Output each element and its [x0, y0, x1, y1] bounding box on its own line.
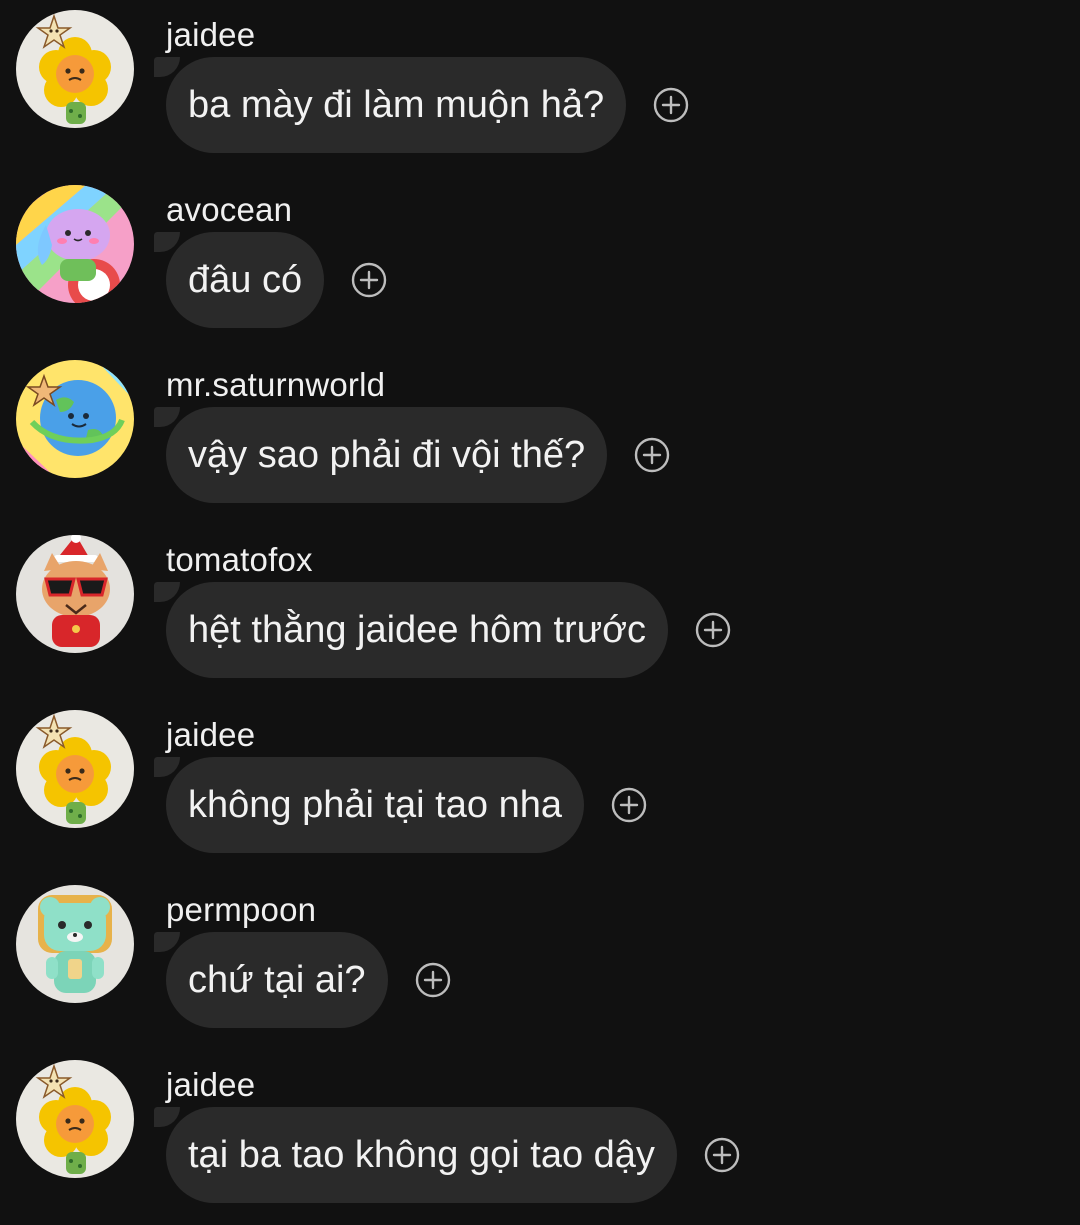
add-reaction-icon[interactable]	[703, 1136, 741, 1174]
pink-creature-avatar-icon[interactable]	[16, 185, 134, 303]
message-bubble-wrap: đâu có	[153, 232, 388, 328]
add-reaction-icon[interactable]	[633, 436, 671, 474]
username[interactable]: mr.saturnworld	[166, 364, 385, 406]
message-row: avocean đâu có	[0, 175, 1080, 350]
message-bubble[interactable]: không phải tại tao nha	[154, 757, 584, 853]
message-bubble[interactable]: vậy sao phải đi vội thế?	[153, 407, 608, 503]
bubble-tail	[154, 232, 180, 252]
username[interactable]: jaidee	[166, 14, 255, 56]
message-bubble[interactable]: đâu có	[153, 232, 325, 328]
sunflower-avatar-icon[interactable]	[16, 710, 134, 828]
message-row: jaidee ba mày đi làm muộn hả?	[0, 0, 1080, 175]
message-text: hệt thằng jaidee hôm trước	[188, 608, 647, 651]
add-reaction-icon[interactable]	[652, 86, 690, 124]
message-row: tomatofox hệt thằng jaidee hôm trước	[0, 525, 1080, 700]
username[interactable]: jaidee	[166, 1064, 255, 1106]
message-bubble-wrap: chứ tại ai?	[154, 932, 452, 1028]
message-bubble[interactable]: chứ tại ai?	[154, 932, 388, 1028]
message-text: vậy sao phải đi vội thế?	[188, 433, 586, 476]
add-reaction-icon[interactable]	[350, 261, 388, 299]
message-row: jaidee tại ba tao không gọi tao dậy	[0, 1050, 1080, 1225]
message-text: đâu có	[188, 258, 303, 301]
bubble-tail	[154, 1107, 180, 1127]
message-row: permpoon chứ tại ai?	[0, 875, 1080, 1050]
message-bubble-wrap: không phải tại tao nha	[154, 757, 648, 853]
message-bubble[interactable]: hệt thằng jaidee hôm trước	[153, 582, 669, 678]
add-reaction-icon[interactable]	[694, 611, 732, 649]
message-bubble[interactable]: ba mày đi làm muộn hả?	[153, 57, 627, 153]
username[interactable]: tomatofox	[166, 539, 313, 581]
sunflower-avatar-icon[interactable]	[16, 1060, 134, 1178]
globe-avatar-icon[interactable]	[16, 360, 134, 478]
message-bubble-wrap: ba mày đi làm muộn hả?	[153, 57, 690, 153]
username[interactable]: permpoon	[166, 889, 316, 931]
bubble-tail	[154, 407, 180, 427]
message-bubble-wrap: hệt thằng jaidee hôm trước	[153, 582, 732, 678]
sunflower-avatar-icon[interactable]	[16, 10, 134, 128]
message-bubble[interactable]: tại ba tao không gọi tao dậy	[154, 1107, 677, 1203]
message-row: jaidee không phải tại tao nha	[0, 700, 1080, 875]
fox-sunglasses-avatar-icon[interactable]	[16, 535, 134, 653]
username[interactable]: jaidee	[166, 714, 255, 756]
username[interactable]: avocean	[166, 189, 292, 231]
message-text: tại ba tao không gọi tao dậy	[188, 1133, 655, 1176]
message-bubble-wrap: tại ba tao không gọi tao dậy	[154, 1107, 741, 1203]
message-text: ba mày đi làm muộn hả?	[188, 83, 605, 126]
mint-bear-avatar-icon[interactable]	[16, 885, 134, 1003]
bubble-tail	[154, 757, 180, 777]
bubble-tail	[154, 932, 180, 952]
chat-thread: jaidee ba mày đi làm muộn hả? avocean đâ…	[0, 0, 1080, 1212]
message-text: chứ tại ai?	[188, 958, 366, 1001]
add-reaction-icon[interactable]	[414, 961, 452, 999]
message-row: mr.saturnworld vậy sao phải đi vội thế?	[0, 350, 1080, 525]
add-reaction-icon[interactable]	[610, 786, 648, 824]
message-text: không phải tại tao nha	[188, 783, 562, 826]
message-bubble-wrap: vậy sao phải đi vội thế?	[153, 407, 671, 503]
bubble-tail	[154, 582, 180, 602]
bubble-tail	[154, 57, 180, 77]
